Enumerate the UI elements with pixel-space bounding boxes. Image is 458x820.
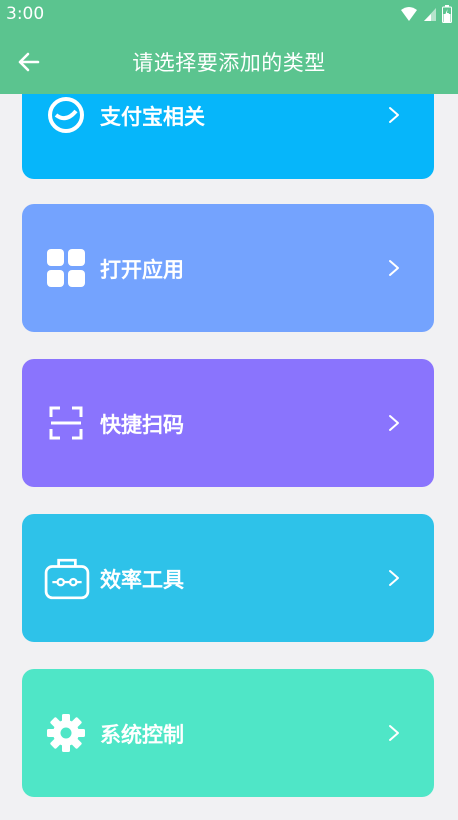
chevron-right-icon <box>389 570 399 586</box>
chevron-right-icon <box>389 260 399 276</box>
apps-grid-icon <box>47 249 85 287</box>
card-quick-scan[interactable]: 快捷扫码 <box>22 359 434 487</box>
category-list: 支付宝相关 打开应用 快捷扫码 效率工具 系统控制 <box>0 94 458 820</box>
alipay-icon <box>48 97 84 133</box>
page-title: 请选择要添加的类型 <box>132 51 326 75</box>
card-efficiency-tools[interactable]: 效率工具 <box>22 514 434 642</box>
card-label: 打开应用 <box>100 258 184 282</box>
chevron-right-icon <box>389 107 399 123</box>
status-time: 3:00 <box>6 4 45 24</box>
card-open-app[interactable]: 打开应用 <box>22 204 434 332</box>
signal-icon <box>424 8 436 21</box>
chevron-right-icon <box>389 725 399 741</box>
wifi-icon <box>401 7 417 21</box>
app-bar: 请选择要添加的类型 <box>0 30 458 94</box>
battery-icon <box>442 5 452 23</box>
card-system-control[interactable]: 系统控制 <box>22 669 434 797</box>
status-bar: 3:00 <box>0 0 458 30</box>
card-label: 支付宝相关 <box>100 105 205 129</box>
toolbox-icon <box>44 558 90 600</box>
scan-icon <box>49 406 83 440</box>
gear-icon <box>47 714 85 752</box>
card-label: 效率工具 <box>100 568 184 592</box>
status-icons <box>400 5 452 23</box>
card-label: 快捷扫码 <box>100 413 184 437</box>
chevron-right-icon <box>389 415 399 431</box>
card-label: 系统控制 <box>100 723 184 747</box>
card-alipay[interactable]: 支付宝相关 <box>22 94 434 179</box>
